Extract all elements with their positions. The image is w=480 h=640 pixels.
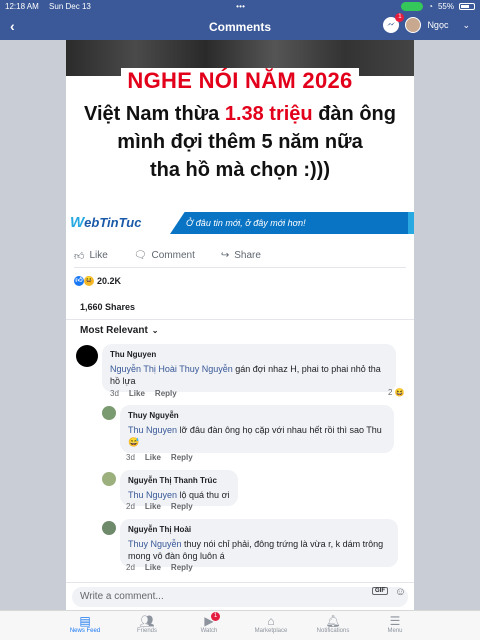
status-date: Sun Dec 13	[49, 1, 91, 11]
shares-count[interactable]: 1,660 Shares	[80, 302, 135, 312]
comment-button[interactable]: 🗨 Comment	[134, 250, 195, 261]
mention-link[interactable]: Thu Nguyen	[128, 490, 177, 500]
reaction-count: 20.2K	[97, 276, 122, 286]
comment-actions: 3d Like Reply	[110, 389, 177, 398]
comment-like-button[interactable]: Like	[145, 563, 161, 572]
haha-reaction-icon: 😆	[84, 276, 94, 286]
avatar[interactable]	[102, 406, 116, 420]
comment-author[interactable]: Thuy Nguyễn	[128, 410, 386, 422]
comment-actions: 3d Like Reply	[126, 453, 193, 462]
comment-bubble: Thuy Nguyễn Thu Nguyen lỡ đâu đàn ông họ…	[120, 405, 394, 453]
marketplace-icon: ⌂	[267, 614, 275, 628]
comment-author[interactable]: Nguyễn Thị Thanh Trúc	[128, 475, 230, 487]
battery-percent: 55%	[437, 1, 454, 11]
tab-notifications[interactable]: 🔔︎ Notifications	[312, 611, 354, 640]
image-headline-red: NGHE NÓI NĂM 2026	[121, 68, 359, 94]
tab-marketplace[interactable]: ⌂ Marketplace	[250, 611, 292, 640]
image-brand-bar: WebTinTuc Ở đâu tin mới, ở đây mới hơn!	[66, 210, 414, 236]
like-button[interactable]: 👍︎ Like	[74, 250, 108, 262]
comment-input[interactable]: Write a comment...	[72, 587, 408, 607]
call-indicator-icon	[401, 1, 424, 11]
comment-bubble: Thu Nguyen Nguyễn Thị Hoài Thuy Nguyễn g…	[102, 344, 396, 392]
tab-watch[interactable]: ▶ 1 Watch	[188, 611, 230, 640]
gif-button[interactable]: GIF	[372, 587, 388, 595]
tab-bar: ▤ News Feed 👥︎ Friends ▶ 1 Watch ⌂ Marketplac…	[0, 610, 480, 640]
comment-reply-button[interactable]: Reply	[171, 502, 193, 511]
multitask-dots: • • •	[236, 1, 245, 11]
messenger-badge: 1	[395, 13, 405, 22]
status-bar: 12:18 AM Sun Dec 13 • • • ◔ 55%	[0, 0, 480, 12]
image-line1-red: 1.38 triệu	[224, 103, 313, 125]
watch-badge: 1	[211, 612, 220, 621]
brand-slogan: Ở đâu tin mới, ở đây mới hơn!	[170, 212, 414, 234]
avatar[interactable]	[102, 521, 116, 535]
menu-icon: ☰	[389, 614, 401, 628]
comment-actions: 2d Like Reply	[126, 502, 193, 511]
tab-friends[interactable]: 👥︎ Friends	[126, 611, 168, 640]
friends-icon: 👥︎	[139, 614, 155, 628]
nav-bar: ‹ Comments 1 Ngọc ⌄	[0, 12, 480, 40]
avatar[interactable]	[102, 472, 116, 486]
mention-link[interactable]: Nguyễn Thị Hoài Thuy Nguyễn	[110, 364, 233, 374]
comment-icon: 🗨	[133, 250, 147, 261]
comment-reply-button[interactable]: Reply	[171, 563, 193, 572]
image-line1-pre: Việt Nam thừa	[84, 103, 225, 125]
reaction-summary[interactable]: 👍︎ 😆 20.2K	[74, 276, 121, 286]
comment-text: lộ quá thu ơi	[177, 490, 230, 500]
chevron-down-icon[interactable]: ⌄	[462, 20, 470, 31]
write-comment-bar: Write a comment... GIF ☺	[66, 582, 414, 610]
post-image[interactable]: NGHE NÓI NĂM 2026 Việt Nam thừa 1.38 tri…	[66, 40, 414, 240]
like-reaction-icon: 👍︎	[74, 276, 84, 286]
mention-link[interactable]: Thuy Nguyễn	[128, 539, 182, 549]
image-headline: Việt Nam thừa 1.38 triệu đàn ông mình đợ…	[66, 100, 414, 184]
notifications-icon: 🔔︎	[325, 614, 341, 628]
comment-reaction[interactable]: 2 😆	[388, 388, 405, 397]
haha-reaction-icon: 😆	[394, 388, 405, 397]
comment-actions: 2d Like Reply	[126, 563, 193, 572]
emoji-icon[interactable]: ☺	[395, 586, 406, 598]
comments-panel: NGHE NÓI NĂM 2026 Việt Nam thừa 1.38 tri…	[66, 40, 414, 610]
tab-news-feed[interactable]: ▤ News Feed	[64, 611, 106, 640]
user-name[interactable]: Ngọc	[427, 20, 448, 30]
comment-reply-button[interactable]: Reply	[171, 453, 193, 462]
brand-logo: WebTinTuc	[70, 214, 142, 231]
image-line2: mình đợi thêm 5 năm nữa	[117, 131, 363, 153]
back-button[interactable]: ‹	[10, 18, 15, 34]
battery-icon	[459, 2, 475, 10]
comment-reply-button[interactable]: Reply	[155, 389, 177, 398]
share-icon: ↪	[220, 250, 230, 261]
comment-like-button[interactable]: Like	[145, 502, 161, 511]
tab-menu[interactable]: ☰ Menu	[374, 611, 416, 640]
image-line1-post: đàn ông	[312, 103, 396, 125]
comment-author[interactable]: Nguyễn Thị Hoài	[128, 524, 390, 536]
news-feed-icon: ▤	[79, 614, 91, 628]
user-avatar[interactable]	[405, 17, 422, 33]
wifi-icon: ◔	[428, 1, 433, 11]
status-time: 12:18 AM	[5, 1, 39, 11]
comment-author[interactable]: Thu Nguyen	[110, 349, 388, 361]
thumbs-up-icon: 👍︎	[74, 250, 85, 262]
comment-like-button[interactable]: Like	[145, 453, 161, 462]
comment-bubble: Nguyễn Thị Thanh Trúc Thu Nguyen lộ quá …	[120, 470, 238, 506]
watch-icon: ▶	[204, 614, 214, 628]
comment-bubble: Nguyễn Thị Hoài Thuy Nguyễn thuy nói chỉ…	[120, 519, 398, 567]
image-line3: tha hồ mà chọn :)))	[150, 159, 330, 181]
post-actions: 👍︎ Like 🗨 Comment ↪ Share	[74, 244, 406, 268]
messenger-icon[interactable]: 1	[383, 13, 405, 33]
comment-sort-dropdown[interactable]: Most Relevant ⌄	[80, 325, 159, 336]
chevron-down-icon: ⌄	[151, 326, 159, 335]
share-button[interactable]: ↪ Share	[221, 250, 261, 261]
comment-like-button[interactable]: Like	[129, 389, 145, 398]
avatar[interactable]	[76, 345, 98, 367]
mention-link[interactable]: Thu Nguyen	[128, 425, 177, 435]
